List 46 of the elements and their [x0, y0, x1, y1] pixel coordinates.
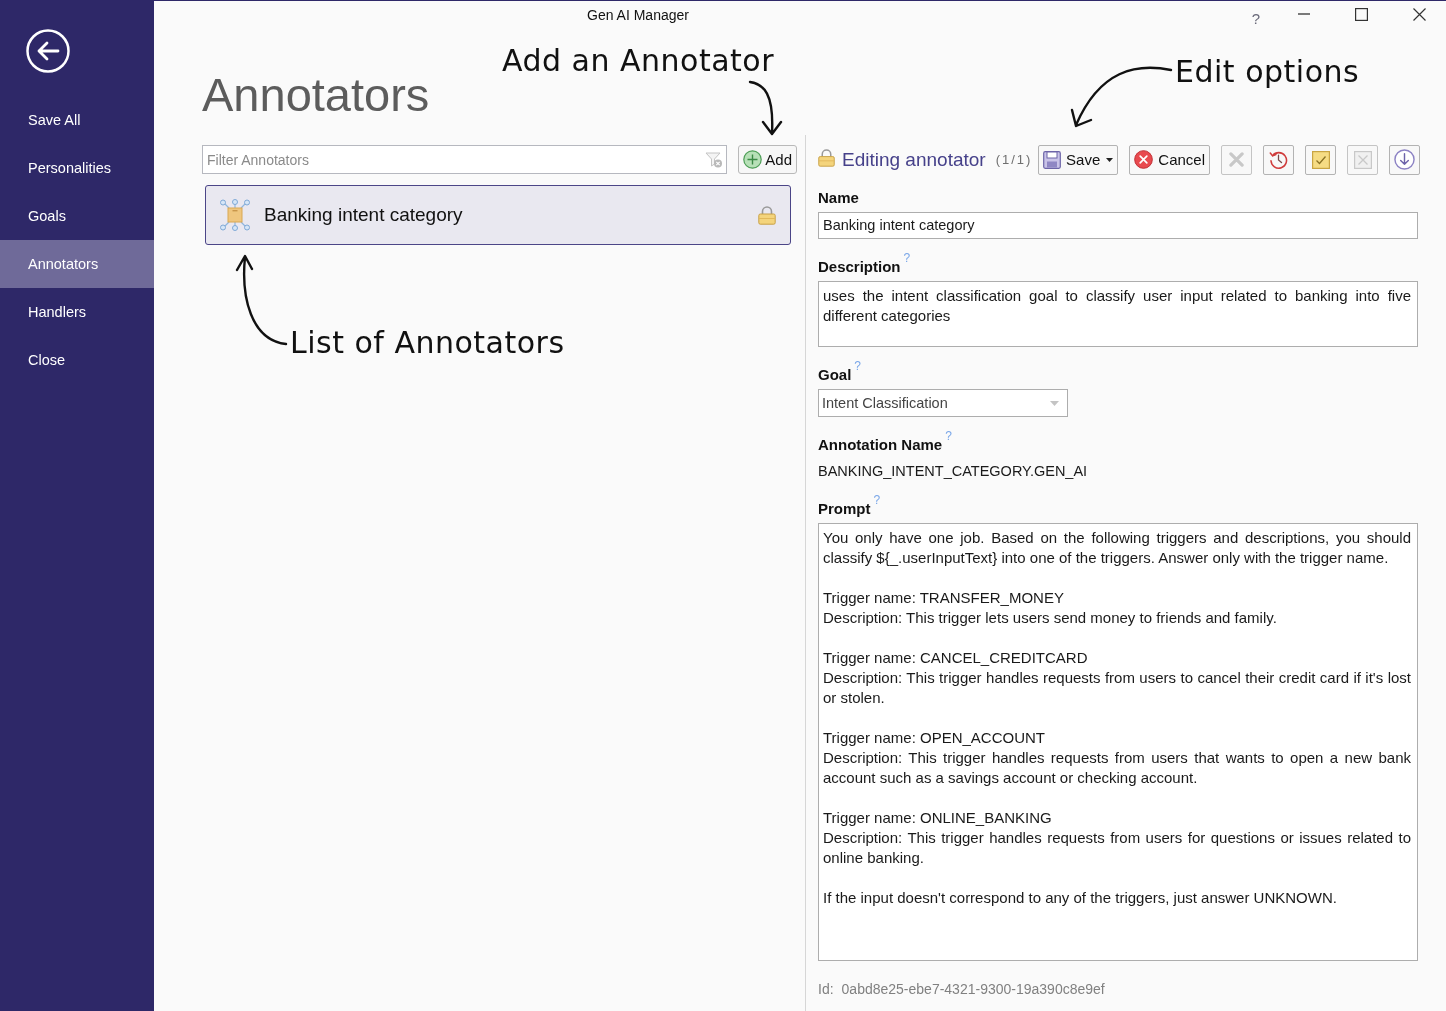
field-label: Goal	[818, 365, 852, 385]
checkbox-tick-icon	[1311, 150, 1330, 169]
record-counter: (1/1)	[995, 152, 1033, 167]
filter-field[interactable]: Filter Annotators	[202, 145, 728, 174]
sidebar-item[interactable]: Save All	[0, 96, 154, 144]
page-heading: Annotators	[202, 67, 430, 123]
annotator-list-item[interactable]: Banking intent category	[205, 185, 791, 245]
help-button[interactable]: ?	[1251, 10, 1260, 28]
text-area[interactable]: You only have one job. Based on the following triggers and descriptions, you should classify ${_.userInputText} into one of the triggers. Answer only with the trigger name. Trigger name: TRANSFER_MONEY Description: This trigger lets users send money to friends and family. Trigger name: CANCEL_CREDITCARD Description: This trigger handles requests from users to cancel their credit card if it's lost or stolen. Trigger name: OPEN_ACCOUNT Description: This trigger handles requests from users that wants to open a new bank account such as a savings account or checking account. Trigger name: ONLINE_BANKING Description: This trigger handles requests from users for questions or issues related to online banking. If the input doesn't correspond to any of the triggers, just answer UNKNOWN.	[818, 523, 1418, 961]
plus-circle-icon	[743, 150, 763, 169]
callout-text: List of Annotators	[290, 324, 565, 362]
sidebar-item[interactable]: Annotators	[0, 240, 154, 288]
sidebar-item[interactable]: Handlers	[0, 288, 154, 336]
field-label: Annotation Name	[818, 435, 943, 455]
cross-icon	[1229, 152, 1244, 167]
add-button[interactable]: Add	[738, 145, 797, 174]
caret-icon	[1050, 400, 1059, 406]
cross-box-icon	[1353, 150, 1372, 169]
callout-text: Edit options	[1175, 53, 1360, 91]
maximize-icon[interactable]	[1355, 8, 1368, 21]
sidebar-item[interactable]: Goals	[0, 192, 154, 240]
text-area[interactable]: uses the intent classification goal to classify user input related to banking into five different categories	[818, 281, 1418, 347]
history-button[interactable]	[1263, 144, 1294, 175]
id-label: Id:	[818, 980, 834, 999]
back-icon[interactable]	[26, 29, 70, 73]
callout-arrow	[747, 79, 785, 137]
field-label: Prompt	[818, 499, 871, 519]
id-value: 0abd8e25-ebe7-4321-9300-19a390c8e9ef	[841, 980, 1105, 999]
dropdown[interactable]: Intent Classification	[818, 389, 1068, 417]
node-square-icon	[219, 199, 251, 231]
history-icon	[1269, 150, 1288, 169]
field-label: Description	[818, 257, 901, 277]
text-field[interactable]: Banking intent category	[818, 212, 1418, 239]
sidebar-item[interactable]: Personalities	[0, 144, 154, 192]
close-icon[interactable]	[1413, 8, 1426, 21]
save-button[interactable]: Save	[1038, 144, 1119, 175]
download-button[interactable]	[1389, 144, 1420, 175]
field-label: Name	[818, 188, 859, 208]
sidebar-item[interactable]: Close	[0, 336, 154, 384]
callout-text: Add an Annotator	[502, 42, 775, 80]
download-icon	[1394, 149, 1415, 170]
field-value: BANKING_INTENT_CATEGORY.GEN_AI	[818, 462, 1088, 481]
cancel-button[interactable]: Cancel	[1129, 144, 1210, 175]
window-title: Gen AI Manager	[587, 6, 689, 25]
editor-title: Editing annotator	[842, 148, 986, 171]
cancel-icon	[1134, 150, 1154, 169]
